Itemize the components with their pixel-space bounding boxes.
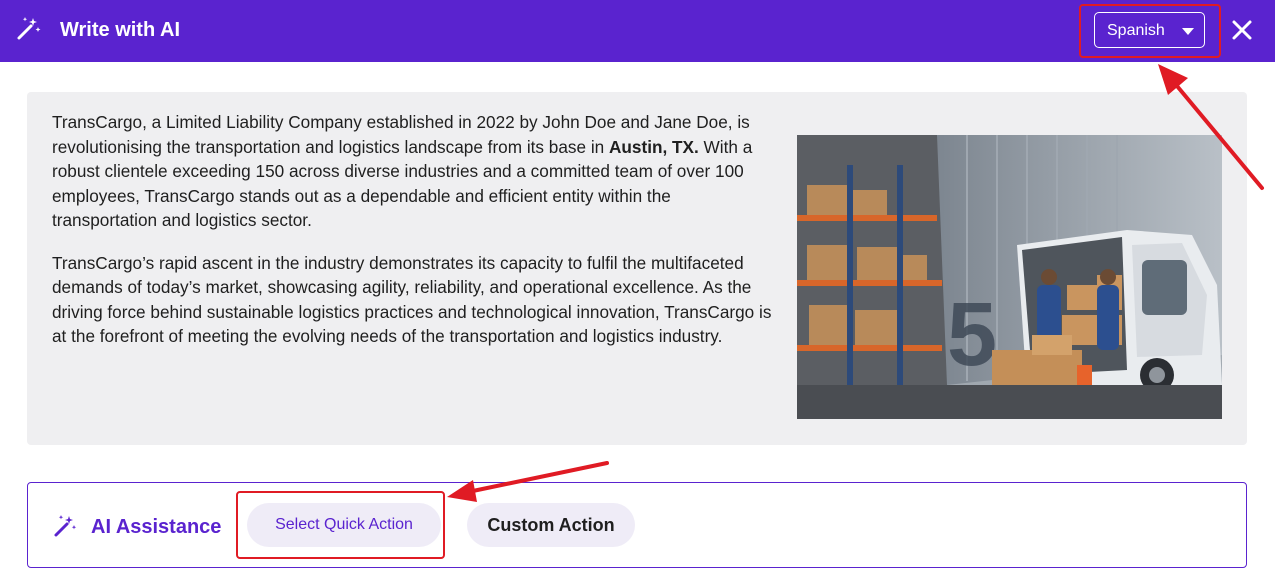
magic-wand-icon — [17, 17, 41, 40]
close-icon[interactable] — [1230, 18, 1254, 42]
content-paragraph-2: TransCargo’s rapid ascent in the industr… — [52, 252, 772, 347]
language-selected-label: Spanish — [1107, 22, 1165, 39]
annotation-arrowhead-language — [1158, 64, 1188, 95]
ai-assistance-title: AI Assistance — [91, 516, 222, 538]
magic-wand-icon — [54, 515, 77, 537]
dialog-title: Write with AI — [60, 19, 180, 41]
generated-content-card: TransCargo, a Limited Liability Company … — [27, 92, 1247, 445]
content-paragraph-1: TransCargo, a Limited Liability Company … — [52, 112, 753, 230]
content-text: TransCargo, a Limited Liability Company … — [52, 110, 777, 367]
custom-action-button[interactable]: Custom Action — [467, 503, 635, 547]
warehouse-van-image: 5 — [797, 135, 1222, 419]
ai-assistance-panel: AI Assistance Select Quick Action Custom… — [27, 482, 1247, 568]
svg-text:5: 5 — [947, 285, 997, 385]
language-dropdown[interactable]: Spanish — [1094, 12, 1205, 48]
chevron-down-icon — [1182, 28, 1194, 35]
dialog-header: Write with AI Spanish — [0, 0, 1275, 62]
select-quick-action-button[interactable]: Select Quick Action — [247, 503, 441, 547]
